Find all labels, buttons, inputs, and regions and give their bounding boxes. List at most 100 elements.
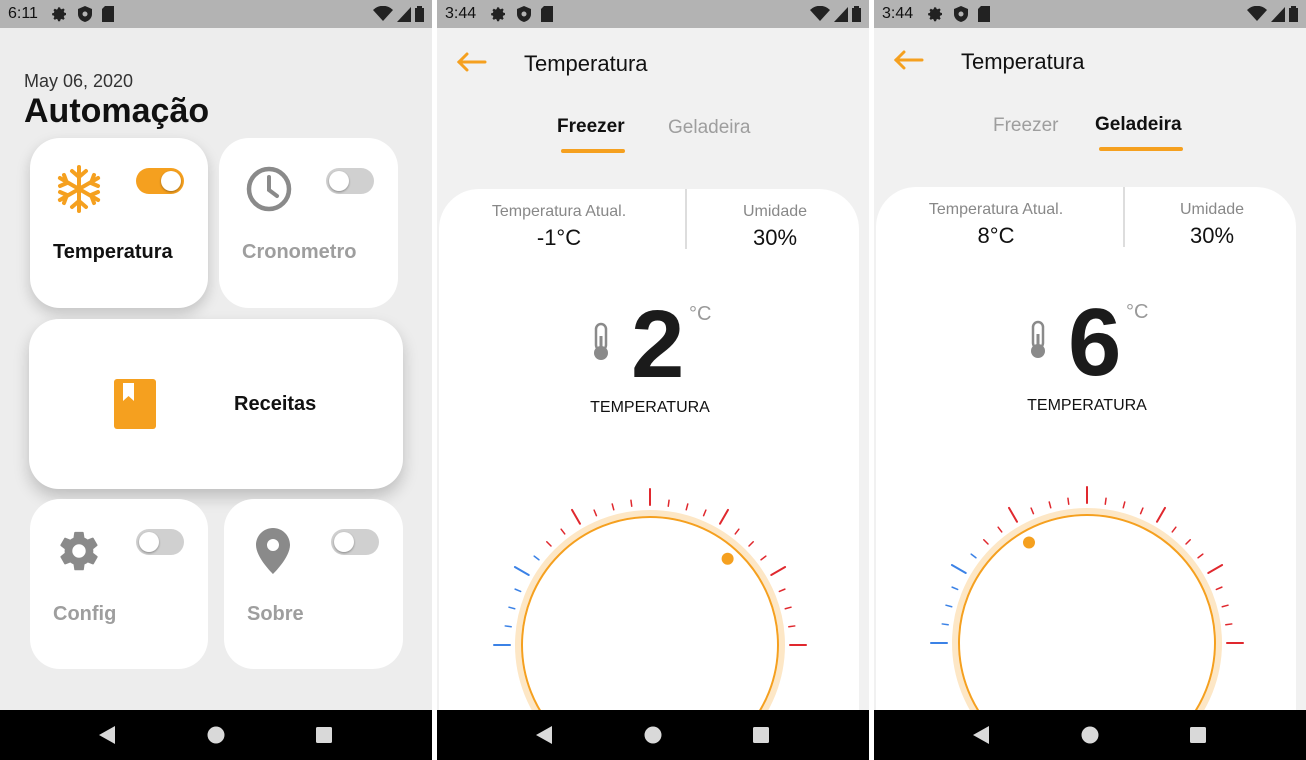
tab-freezer[interactable]: Freezer — [993, 115, 1058, 137]
home-nav-icon[interactable] — [1080, 725, 1100, 745]
dial-tick — [1215, 586, 1223, 591]
dial-tick — [630, 499, 633, 507]
nav-bar — [874, 710, 1306, 760]
settings-status-icon — [491, 7, 505, 22]
dial-tick — [734, 528, 740, 535]
dial-tick — [945, 604, 953, 608]
location-pin-icon — [256, 528, 290, 574]
temperatura-freezer-screen: 3:44 Temperatura Freezer Geladeira Tempe… — [437, 0, 869, 760]
status-bar: 3:44 — [874, 0, 1306, 28]
back-arrow-icon[interactable] — [894, 50, 924, 70]
home-nav-icon[interactable] — [206, 725, 226, 745]
wifi-icon — [810, 6, 830, 21]
dial-tick — [504, 625, 512, 628]
recents-nav-icon[interactable] — [314, 725, 334, 745]
dial-tick — [1067, 497, 1070, 505]
dial-tick — [514, 588, 522, 593]
signal-icon — [834, 7, 848, 22]
status-bar: 3:44 — [437, 0, 869, 28]
dial-tick — [1185, 539, 1191, 545]
temperatura-card[interactable]: Temperatura — [30, 138, 208, 308]
tab-freezer[interactable]: Freezer — [557, 116, 625, 138]
dial-tick — [760, 555, 767, 561]
nav-bar — [437, 710, 869, 760]
home-nav-icon[interactable] — [643, 725, 663, 745]
temperatura-toggle[interactable] — [136, 168, 184, 194]
temperatura-label: Temperatura — [53, 241, 173, 263]
dial-tick — [533, 555, 540, 561]
home-screen: 6:11 May 06, 2020 Automação Temperatura … — [0, 0, 432, 760]
signal-icon — [1271, 7, 1285, 22]
dial-tick — [611, 503, 615, 511]
recipe-book-icon — [114, 379, 156, 429]
page-title: Automação — [24, 92, 210, 130]
cronometro-label: Cronometro — [242, 241, 357, 263]
tab-geladeira[interactable]: Geladeira — [1095, 114, 1182, 136]
temperature-dial[interactable] — [876, 187, 1296, 717]
status-time: 6:11 — [8, 5, 38, 22]
wifi-icon — [373, 6, 393, 21]
status-time: 3:44 — [445, 5, 477, 22]
settings-status-icon — [928, 7, 942, 22]
dial-tick — [983, 539, 989, 545]
temperature-dial[interactable] — [439, 189, 859, 719]
dial-tick — [513, 566, 530, 576]
dial-tick — [1104, 497, 1107, 505]
active-tab-indicator — [1099, 147, 1183, 151]
dial-tick — [1048, 501, 1052, 509]
tab-geladeira[interactable]: Geladeira — [668, 117, 750, 139]
back-arrow-icon[interactable] — [457, 52, 487, 72]
receitas-label: Receitas — [234, 393, 317, 415]
signal-icon — [397, 7, 411, 22]
config-toggle[interactable] — [136, 529, 184, 555]
dial-tick — [593, 509, 598, 517]
dial-knob — [721, 552, 734, 565]
dial-tick — [748, 541, 754, 547]
dial-tick — [997, 526, 1003, 533]
nav-bar — [0, 710, 432, 760]
sd-card-status-icon — [978, 6, 990, 22]
dial-tick — [546, 541, 552, 547]
sobre-label: Sobre — [247, 603, 304, 625]
recents-nav-icon[interactable] — [751, 725, 771, 745]
dial-tick — [951, 586, 959, 591]
config-label: Config — [53, 603, 117, 625]
sd-card-status-icon — [102, 6, 114, 22]
config-card[interactable]: Config — [30, 499, 208, 669]
temperatura-geladeira-screen: 3:44 Temperatura Freezer Geladeira Tempe… — [874, 0, 1306, 760]
dial-tick — [970, 553, 977, 559]
dial-knob — [1023, 536, 1035, 549]
gear-icon — [60, 531, 98, 571]
snowflake-icon — [57, 165, 101, 213]
dial-tick — [778, 588, 786, 593]
date-label: May 06, 2020 — [24, 71, 134, 91]
dial-tick — [702, 509, 707, 517]
shield-status-icon — [78, 6, 92, 22]
cronometro-toggle[interactable] — [326, 168, 374, 194]
dial-tick — [667, 499, 670, 507]
shield-status-icon — [954, 6, 968, 22]
dial-tick — [571, 508, 581, 525]
sobre-card[interactable]: Sobre — [224, 499, 403, 669]
dial-tick — [560, 528, 566, 535]
dial-tick — [685, 503, 689, 511]
dial-tick — [1008, 506, 1018, 523]
sobre-toggle[interactable] — [331, 529, 379, 555]
back-nav-icon[interactable] — [534, 725, 554, 745]
page-title: Temperatura — [524, 51, 648, 76]
dial-tick — [941, 623, 949, 626]
dial-tick — [950, 564, 967, 574]
back-nav-icon[interactable] — [971, 725, 991, 745]
settings-status-icon — [52, 7, 66, 22]
dial-tick — [1156, 506, 1166, 523]
back-nav-icon[interactable] — [97, 725, 117, 745]
receitas-card[interactable]: Receitas — [29, 319, 403, 489]
dial-tick — [508, 606, 516, 610]
cronometro-card[interactable]: Cronometro — [219, 138, 398, 308]
status-bar: 6:11 — [0, 0, 432, 28]
wifi-icon — [1247, 6, 1267, 21]
recents-nav-icon[interactable] — [1188, 725, 1208, 745]
dial-tick — [1221, 604, 1229, 608]
dial-tick — [784, 606, 792, 610]
dial-tick — [788, 625, 796, 628]
